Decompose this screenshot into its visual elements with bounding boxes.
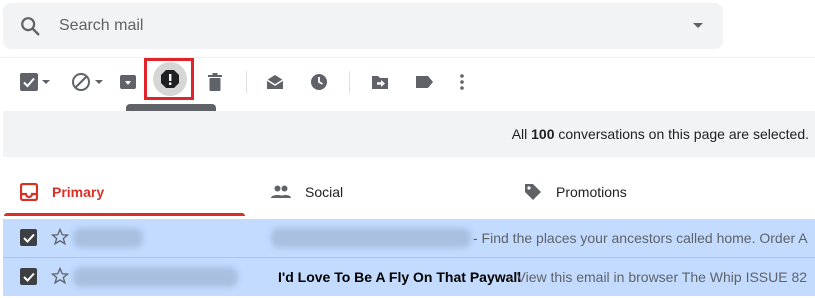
tab-social-label: Social <box>305 184 344 200</box>
email-subject: I'd Love To Be A Fly On That Paywall <box>278 269 522 285</box>
redacted-subject <box>271 228 471 248</box>
email-snippet: - View this email in browser The Whip IS… <box>508 269 808 285</box>
active-tab-indicator <box>4 213 245 216</box>
star-icon[interactable] <box>50 266 70 290</box>
not-spam-button[interactable] <box>71 70 103 94</box>
tab-primary[interactable]: Primary <box>20 166 104 218</box>
toolbar-divider <box>349 71 350 93</box>
move-to-folder-icon <box>372 76 388 89</box>
tab-promotions-label: Promotions <box>556 184 627 200</box>
tab-social[interactable]: Social <box>271 166 343 218</box>
report-spam-highlight <box>144 58 194 100</box>
search-options-icon[interactable] <box>693 23 703 28</box>
tag-icon <box>525 184 541 200</box>
selection-banner: All 100 conversations on this page are s… <box>3 111 815 157</box>
selection-message: All 100 conversations on this page are s… <box>511 126 809 142</box>
check-icon <box>22 272 35 282</box>
divider <box>0 57 815 58</box>
labels-button[interactable] <box>415 70 434 94</box>
row-checkbox[interactable] <box>20 229 37 246</box>
label-icon <box>416 76 433 88</box>
category-tabs: Primary Social Promotions <box>0 166 815 218</box>
email-row[interactable]: - Find the places your ancestors called … <box>3 219 815 258</box>
chevron-down-icon <box>95 80 103 84</box>
snooze-button[interactable] <box>310 70 328 94</box>
archive-button[interactable] <box>119 70 137 94</box>
select-all-button[interactable] <box>20 70 50 94</box>
mail-open-icon <box>266 75 284 89</box>
search-bar[interactable]: Search mail <box>3 3 723 49</box>
move-to-button[interactable] <box>371 70 389 94</box>
star-icon[interactable] <box>50 227 70 251</box>
report-spam-button[interactable] <box>153 62 187 96</box>
chevron-down-icon <box>42 80 50 84</box>
redacted-sender <box>73 228 143 248</box>
archive-icon <box>120 75 136 89</box>
mark-as-read-button[interactable] <box>266 70 284 94</box>
tab-primary-label: Primary <box>52 184 105 200</box>
more-button[interactable] <box>460 70 464 94</box>
delete-button[interactable] <box>207 70 223 94</box>
selected-count: 100 <box>531 126 555 142</box>
checkbox-checked-icon <box>20 73 38 91</box>
check-icon <box>22 233 35 243</box>
email-row[interactable]: I'd Love To Be A Fly On That Paywall - V… <box>3 258 815 296</box>
inbox-icon <box>20 183 38 201</box>
people-icon <box>271 185 291 198</box>
trash-icon <box>208 73 222 91</box>
block-icon <box>72 73 90 91</box>
email-snippet: - Find the places your ancestors called … <box>473 230 808 246</box>
report-spam-icon <box>161 70 179 88</box>
toolbar-divider <box>246 71 247 93</box>
clock-icon <box>311 74 327 90</box>
search-icon[interactable] <box>19 15 41 37</box>
row-checkbox[interactable] <box>20 268 37 285</box>
redacted-sender <box>73 267 238 287</box>
more-vert-icon <box>460 74 464 90</box>
tab-promotions[interactable]: Promotions <box>524 166 627 218</box>
search-input[interactable]: Search mail <box>59 17 143 35</box>
